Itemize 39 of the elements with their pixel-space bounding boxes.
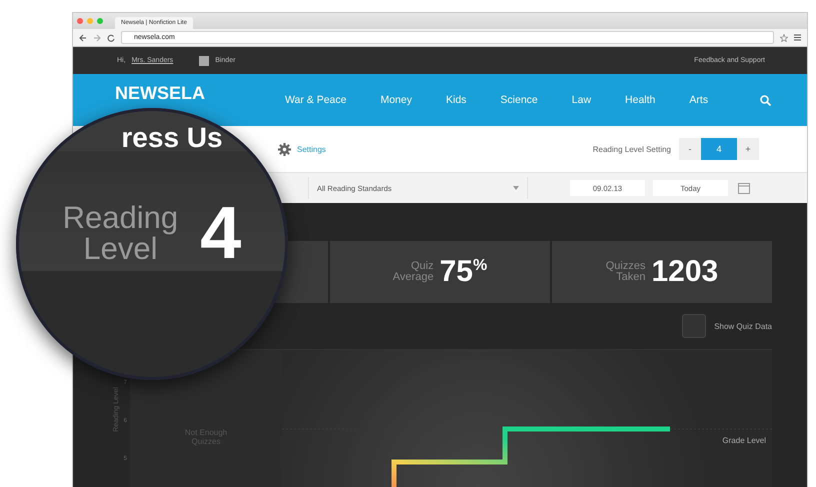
nav-link[interactable]: War & Peace	[285, 94, 346, 106]
newsela-logo[interactable]: NEWSELA	[115, 84, 205, 102]
stat-label: Taken	[616, 272, 646, 283]
magnified-value: 4	[200, 190, 242, 275]
caret-icon	[513, 186, 519, 190]
nav-link[interactable]: Money	[380, 94, 412, 106]
minimize-dot[interactable]	[87, 18, 93, 24]
back-arrow-icon[interactable]	[79, 34, 87, 42]
menu-icon[interactable]	[794, 34, 801, 41]
nav-link[interactable]: Kids	[446, 94, 466, 106]
search-icon[interactable]	[760, 94, 771, 106]
magnified-label: Level	[83, 232, 158, 264]
stat-label: Quiz	[410, 261, 434, 272]
nav-link[interactable]: Science	[500, 94, 538, 106]
reference-label: Grade Level	[722, 436, 766, 445]
nav-link[interactable]: Law	[572, 94, 592, 106]
decrement-button[interactable]: -	[679, 138, 701, 160]
forward-arrow-icon[interactable]	[93, 34, 101, 42]
settings-icon[interactable]	[278, 142, 291, 156]
zoom-dot[interactable]	[97, 18, 103, 24]
settings-link[interactable]: Settings	[297, 144, 326, 154]
reading-level-value: 4	[701, 138, 737, 160]
stat-value: 75%	[440, 255, 488, 289]
magnified-heading: ress Us	[121, 122, 223, 154]
checkbox-label: Show Quiz Data	[714, 322, 772, 330]
checkbox[interactable]	[682, 314, 706, 338]
nav-link[interactable]: Health	[625, 94, 656, 106]
magnified-label: Reading	[62, 202, 178, 232]
stat-value: 1203	[652, 255, 718, 289]
calendar-icon[interactable]	[738, 182, 750, 194]
nav-link[interactable]: Arts	[689, 94, 708, 106]
binder-icon	[199, 56, 210, 66]
stat-label: Average	[392, 272, 434, 283]
increment-button[interactable]: +	[737, 138, 759, 160]
reading-level-label: Reading Level Setting	[592, 144, 671, 154]
close-dot[interactable]	[77, 18, 83, 24]
reload-icon[interactable]	[107, 34, 115, 42]
stat-label: Quizzes	[606, 261, 646, 272]
star-icon[interactable]	[780, 34, 788, 42]
